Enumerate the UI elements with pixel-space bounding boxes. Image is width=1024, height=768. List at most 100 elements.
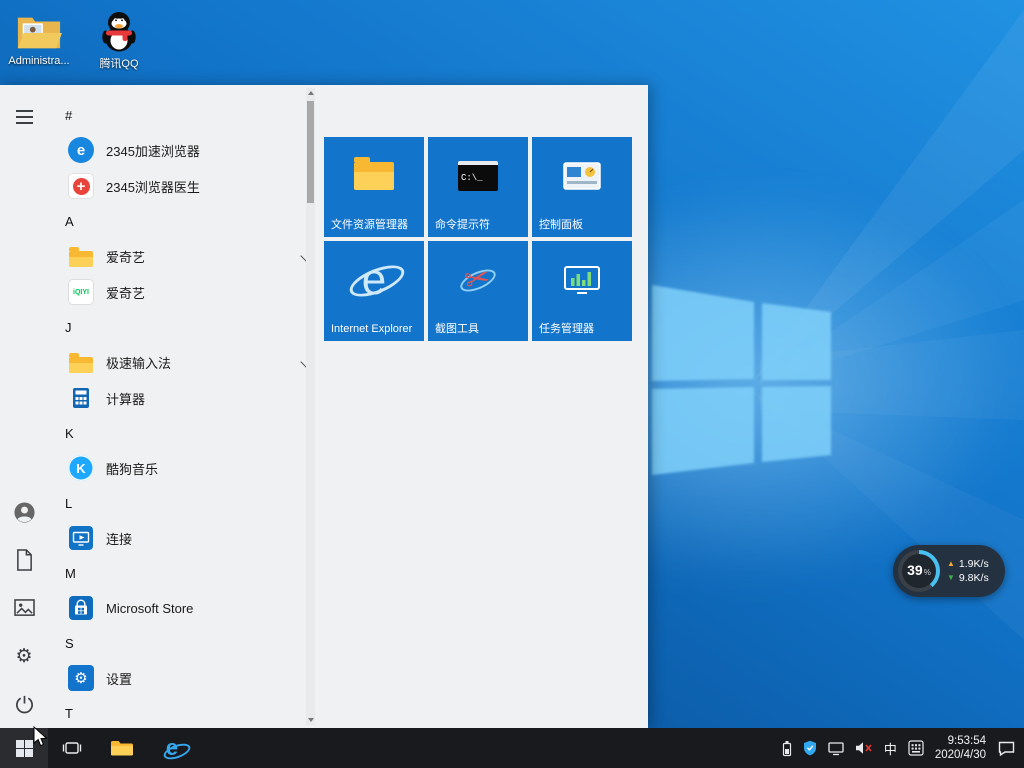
- security-shield-icon[interactable]: [803, 740, 817, 756]
- desktop-icon-label: Administra...: [8, 55, 70, 67]
- section-header-hash[interactable]: #: [48, 98, 324, 132]
- section-letter: J: [65, 319, 72, 335]
- net-speed-widget[interactable]: 39 % 1.9K/s 9.8K/s: [893, 545, 1005, 597]
- app-list-scrollbar[interactable]: [306, 88, 315, 725]
- settings-button[interactable]: ⚙: [0, 632, 48, 680]
- battery-icon[interactable]: [782, 740, 792, 757]
- taskbar-internet-explorer-button[interactable]: e: [148, 728, 196, 768]
- app-item-settings[interactable]: 设置: [48, 660, 324, 696]
- desktop-icon-administrator[interactable]: Administra...: [6, 10, 72, 71]
- app-item-2345-browser[interactable]: 2345加速浏览器: [48, 132, 324, 168]
- app-item-microsoft-store[interactable]: Microsoft Store: [48, 590, 324, 626]
- windows-logo-icon: [15, 739, 33, 757]
- kugou-music-icon: [68, 455, 94, 481]
- internet-explorer-icon: e: [161, 737, 193, 763]
- time: 9:53:54: [947, 735, 986, 747]
- tile-control-panel[interactable]: 控制面板: [532, 137, 632, 237]
- section-header-s[interactable]: S: [48, 626, 324, 660]
- tile-label: 文件资源管理器: [331, 219, 408, 231]
- connect-icon: [68, 525, 94, 551]
- section-header-k[interactable]: K: [48, 416, 324, 450]
- clock[interactable]: 9:53:54 2020/4/30: [935, 734, 986, 762]
- scroll-down-arrow-icon[interactable]: [306, 715, 315, 725]
- system-tray: 中 9:53:54 2020/4/30: [782, 728, 1024, 768]
- app-label: 2345浏览器医生: [106, 179, 200, 195]
- section-header-m[interactable]: M: [48, 556, 324, 590]
- app-label: 爱奇艺: [106, 285, 146, 301]
- net-rates: 1.9K/s 9.8K/s: [947, 559, 989, 583]
- tile-file-explorer[interactable]: 文件资源管理器: [324, 137, 424, 237]
- tile-grid: 文件资源管理器 C:\_ 命令提示符 控制面板 e Internet Explo…: [324, 137, 632, 341]
- app-label: 计算器: [106, 391, 146, 407]
- network-icon[interactable]: [828, 741, 844, 756]
- task-manager-icon: [564, 266, 600, 294]
- volume-muted-icon[interactable]: [855, 741, 873, 755]
- power-button[interactable]: [0, 680, 48, 728]
- app-label: 设置: [106, 671, 133, 687]
- documents-button[interactable]: [0, 536, 48, 584]
- action-center-icon[interactable]: [997, 740, 1016, 757]
- microsoft-store-icon: [68, 595, 94, 621]
- command-prompt-icon: C:\_: [458, 161, 498, 191]
- cmd-prompt-text: C:\_: [461, 173, 483, 183]
- app-list: # 2345加速浏览器 2345浏览器医生 A 爱奇艺 爱奇艺 J: [48, 85, 324, 728]
- power-icon: [15, 695, 33, 713]
- pictures-button[interactable]: [0, 584, 48, 632]
- tile-snipping-tool[interactable]: ✂ 截图工具: [428, 241, 528, 341]
- desktop-icon-area: Administra... 腾讯QQ: [6, 10, 152, 71]
- app-label: Microsoft Store: [106, 600, 194, 616]
- app-label: 酷狗音乐: [106, 461, 159, 477]
- memory-percent-unit: %: [923, 568, 931, 577]
- expand-menu-button[interactable]: [0, 93, 48, 141]
- desktop-icon-tencent-qq[interactable]: 腾讯QQ: [86, 10, 152, 71]
- app-item-kugou-music[interactable]: 酷狗音乐: [48, 450, 324, 486]
- taskbar-file-explorer-button[interactable]: [98, 728, 146, 768]
- folder-icon: [68, 243, 94, 269]
- memory-usage-ring: 39 %: [898, 550, 940, 592]
- user-account-button[interactable]: [0, 488, 48, 536]
- section-letter: S: [65, 635, 74, 651]
- tencent-qq-icon: [99, 10, 139, 52]
- section-header-l[interactable]: L: [48, 486, 324, 520]
- folder-item-iqiyi[interactable]: 爱奇艺: [48, 238, 324, 274]
- section-letter: K: [65, 425, 74, 441]
- scrollbar-thumb[interactable]: [307, 101, 314, 203]
- app-label: 连接: [106, 531, 133, 547]
- memory-percent: 39: [907, 562, 923, 578]
- 2345-browser-icon: [68, 137, 94, 163]
- start-menu-rail: ⚙: [0, 85, 48, 728]
- start-menu: ⚙ # 2345加速浏览器 2345浏览器医生 A 爱: [0, 85, 648, 728]
- tile-internet-explorer[interactable]: e Internet Explorer: [324, 241, 424, 341]
- tile-command-prompt[interactable]: C:\_ 命令提示符: [428, 137, 528, 237]
- upload-speed: 1.9K/s: [958, 558, 989, 570]
- tile-label: 截图工具: [435, 323, 479, 335]
- document-icon: [16, 549, 32, 571]
- section-header-t[interactable]: T: [48, 696, 324, 728]
- user-icon: [13, 501, 35, 523]
- ime-keyboard-icon[interactable]: [908, 740, 924, 756]
- administrator-folder-icon: [16, 10, 62, 52]
- app-item-iqiyi[interactable]: 爱奇艺: [48, 274, 324, 310]
- scroll-up-arrow-icon[interactable]: [306, 88, 315, 98]
- tile-task-manager[interactable]: 任务管理器: [532, 241, 632, 341]
- folder-item-jisu-ime[interactable]: 极速输入法: [48, 344, 324, 380]
- calculator-icon: [68, 385, 94, 411]
- app-item-connect[interactable]: 连接: [48, 520, 324, 556]
- section-letter: M: [65, 565, 76, 581]
- task-view-button[interactable]: [48, 728, 96, 768]
- section-header-a[interactable]: A: [48, 204, 324, 238]
- app-item-calculator[interactable]: 计算器: [48, 380, 324, 416]
- snipping-tool-icon: ✂: [455, 260, 501, 300]
- date: 2020/4/30: [934, 749, 986, 761]
- tile-label: Internet Explorer: [331, 323, 413, 335]
- tile-label: 命令提示符: [435, 219, 490, 231]
- task-view-icon: [62, 742, 82, 754]
- app-item-2345-browser-doctor[interactable]: 2345浏览器医生: [48, 168, 324, 204]
- ime-language-indicator[interactable]: 中: [884, 739, 897, 758]
- start-button[interactable]: [0, 728, 48, 768]
- file-explorer-icon: [111, 741, 133, 756]
- app-label: 爱奇艺: [106, 249, 146, 265]
- app-label: 2345加速浏览器: [106, 143, 200, 159]
- section-header-j[interactable]: J: [48, 310, 324, 344]
- section-letter: A: [65, 213, 74, 229]
